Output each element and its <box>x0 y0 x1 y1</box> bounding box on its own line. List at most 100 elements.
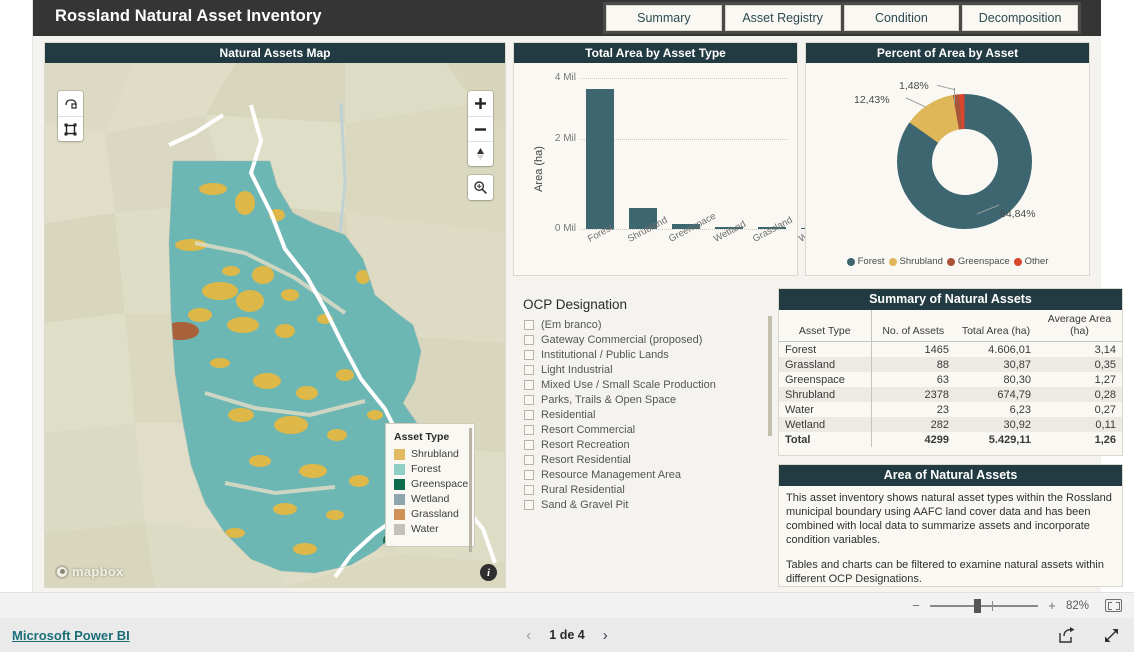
checkbox-icon[interactable] <box>524 499 534 510</box>
ocp-item-resort-residential[interactable]: Resort Residential <box>515 452 775 467</box>
ocp-item-label: Mixed Use / Small Scale Production <box>541 378 716 391</box>
map-viewport[interactable]: Asset Type Shrubland Forest Greenspace W… <box>45 63 505 587</box>
nav-tabs: Summary Asset Registry Condition Decompo… <box>603 2 1081 34</box>
legend-item-wetland[interactable]: Wetland <box>394 493 466 505</box>
checkbox-icon[interactable] <box>524 394 534 405</box>
map-info-icon[interactable]: i <box>480 564 497 581</box>
donut-leader-shrubland <box>905 97 927 108</box>
checkbox-icon[interactable] <box>524 454 534 465</box>
zoom-in-button[interactable]: + <box>1047 598 1057 613</box>
legend-item-shrubland[interactable]: Shrubland <box>394 448 466 460</box>
table-row[interactable]: Wetland 282 30,92 0,11 <box>779 417 1122 432</box>
tab-summary[interactable]: Summary <box>606 5 722 31</box>
share-icon[interactable] <box>1058 626 1075 644</box>
bar-chart-y-axis-label: Area (ha) <box>532 146 545 192</box>
ocp-item-resort-commercial[interactable]: Resort Commercial <box>515 422 775 437</box>
donut-legend-other[interactable]: Other <box>1013 256 1048 267</box>
checkbox-icon[interactable] <box>524 424 534 435</box>
ocp-slicer-title: OCP Designation <box>523 297 628 312</box>
checkbox-icon[interactable] <box>524 409 534 420</box>
checkbox-icon[interactable] <box>524 334 534 345</box>
legend-item-forest[interactable]: Forest <box>394 463 466 475</box>
ocp-item-mixed-use[interactable]: Mixed Use / Small Scale Production <box>515 377 775 392</box>
legend-scrollbar[interactable] <box>469 428 472 552</box>
summary-table[interactable]: Asset Type No. of Assets Total Area (ha)… <box>779 310 1122 447</box>
fit-to-page-icon[interactable] <box>1105 599 1122 612</box>
report-canvas: Rossland Natural Asset Inventory Summary… <box>33 0 1123 592</box>
mapbox-logo[interactable]: mapbox <box>55 564 124 579</box>
cell-total-area: 30,92 <box>1003 418 1031 431</box>
zoom-slider[interactable] <box>930 598 1038 613</box>
cell-total-label: Total <box>785 433 811 446</box>
legend-label-greenspace: Greenspace <box>411 478 469 490</box>
ocp-item-residential[interactable]: Residential <box>515 407 775 422</box>
select-tool-icon[interactable] <box>58 116 83 141</box>
powerbi-link[interactable]: Microsoft Power BI <box>12 628 130 643</box>
checkbox-icon[interactable] <box>524 379 534 390</box>
donut-label-shrubland: 12,43% <box>854 94 890 106</box>
search-icon[interactable] <box>468 175 493 200</box>
cell-total-count: 4299 <box>870 432 955 447</box>
bar-series-forest-group <box>580 77 829 229</box>
col-total-area[interactable]: Total Area (ha) <box>955 310 1037 342</box>
table-row[interactable]: Greenspace 63 80,30 1,27 <box>779 372 1122 387</box>
tab-decomposition[interactable]: Decomposition <box>962 5 1078 31</box>
pan-tool-icon[interactable] <box>58 91 83 116</box>
donut-legend-label-shrubland: Shrubland <box>899 256 943 267</box>
checkbox-icon[interactable] <box>524 439 534 450</box>
ocp-item-institutional-public-lands[interactable]: Institutional / Public Lands <box>515 347 775 362</box>
donut-chart-plot-area[interactable]: 12,43% 1,48% 84,84% Forest Shrubland Gre… <box>806 63 1089 275</box>
zoom-in-icon[interactable] <box>468 91 493 116</box>
legend-item-grassland[interactable]: Grassland <box>394 508 466 520</box>
col-no-of-assets[interactable]: No. of Assets <box>870 310 955 342</box>
ocp-item-resource-management-area[interactable]: Resource Management Area <box>515 467 775 482</box>
map-zoom-group[interactable] <box>468 91 493 166</box>
ocp-item-gateway-commercial[interactable]: Gateway Commercial (proposed) <box>515 332 775 347</box>
ocp-item-sand-gravel-pit[interactable]: Sand & Gravel Pit <box>515 497 775 512</box>
legend-label-wetland: Wetland <box>411 493 450 505</box>
ocp-item-em-branco[interactable]: (Em branco) <box>515 317 775 332</box>
previous-page-icon[interactable]: ‹ <box>526 627 531 644</box>
compass-icon[interactable] <box>468 141 493 166</box>
checkbox-icon[interactable] <box>524 364 534 375</box>
table-row[interactable]: Grassland 88 30,87 0,35 <box>779 357 1122 372</box>
zoom-out-icon[interactable] <box>468 116 493 141</box>
donut-legend-forest[interactable]: Forest <box>846 256 885 267</box>
zoom-slider-thumb[interactable] <box>974 598 981 613</box>
bar-chart-plot-area[interactable]: Area (ha) 4 Mil 2 Mil 0 Mil Forest Shrub… <box>514 63 829 275</box>
ocp-item-rural-residential[interactable]: Rural Residential <box>515 482 775 497</box>
checkbox-icon[interactable] <box>524 319 534 330</box>
legend-item-greenspace[interactable]: Greenspace <box>394 478 469 490</box>
next-page-icon[interactable]: › <box>603 627 608 644</box>
checkbox-icon[interactable] <box>524 469 534 480</box>
col-average-area[interactable]: Average Area (ha) <box>1037 310 1122 342</box>
zoom-out-button[interactable]: − <box>911 598 921 613</box>
ocp-slicer-scrollbar[interactable] <box>768 316 772 436</box>
map-tool-group[interactable] <box>58 91 83 141</box>
bar-forest[interactable] <box>586 89 614 229</box>
donut-legend-greenspace[interactable]: Greenspace <box>946 256 1010 267</box>
checkbox-icon[interactable] <box>524 484 534 495</box>
legend-item-water[interactable]: Water <box>394 523 466 535</box>
legend-swatch-grassland <box>394 508 405 520</box>
table-row[interactable]: Shrubland 2378 674,79 0,28 <box>779 387 1122 402</box>
ocp-item-light-industrial[interactable]: Light Industrial <box>515 362 775 377</box>
tab-condition[interactable]: Condition <box>843 5 960 31</box>
cell-asset-type: Wetland <box>785 418 826 431</box>
donut-legend-dot-other <box>1013 257 1022 266</box>
ocp-item-resort-recreation[interactable]: Resort Recreation <box>515 437 775 452</box>
col-asset-type[interactable]: Asset Type <box>779 310 871 342</box>
table-row[interactable]: Water 23 6,23 0,27 <box>779 402 1122 417</box>
fullscreen-icon[interactable] <box>1103 627 1120 644</box>
map-search-group[interactable] <box>468 175 493 200</box>
ocp-item-label: Residential <box>541 408 596 421</box>
donut-legend-shrubland[interactable]: Shrubland <box>888 256 943 267</box>
zoom-toolbar: − + 82% <box>0 592 1134 618</box>
legend-label-grassland: Grassland <box>411 508 459 520</box>
checkbox-icon[interactable] <box>524 349 534 360</box>
tab-asset-registry[interactable]: Asset Registry <box>724 5 841 31</box>
cell-count: 23 <box>870 402 955 417</box>
table-row[interactable]: Forest 1465 4.606,01 3,14 <box>779 341 1122 357</box>
ocp-item-label: (Em branco) <box>541 318 602 331</box>
ocp-item-parks-trails-open-space[interactable]: Parks, Trails & Open Space <box>515 392 775 407</box>
